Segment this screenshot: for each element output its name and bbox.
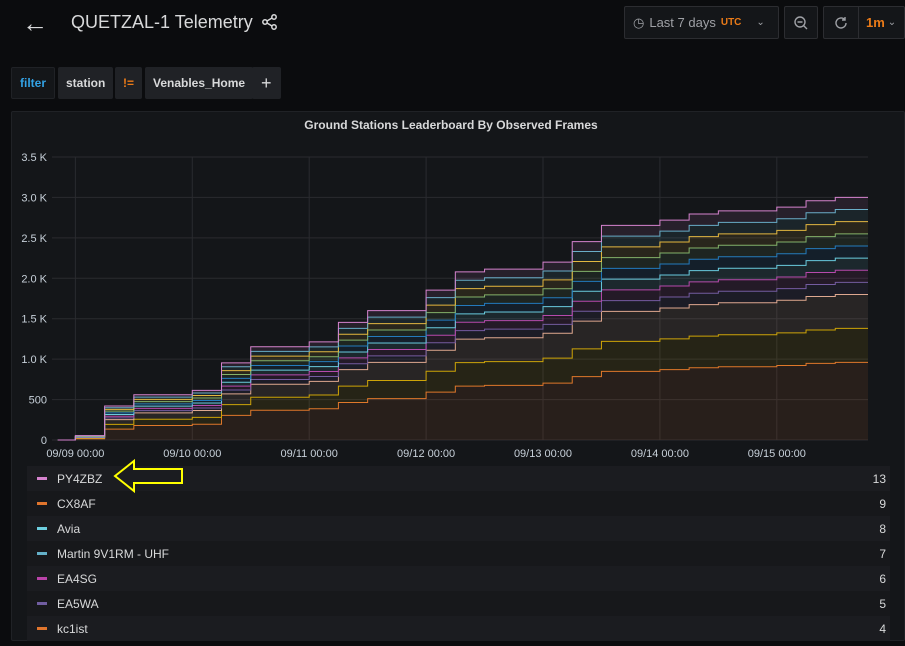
legend-item[interactable]: EA4SG 6 — [27, 566, 890, 591]
x-tick-label: 09/14 00:00 — [631, 448, 689, 460]
refresh-interval: 1m — [866, 15, 885, 30]
legend-item[interactable]: EA5WA 5 — [27, 591, 890, 616]
filter-label: filter — [11, 67, 56, 99]
timezone-label: UTC — [720, 17, 742, 28]
filter-value[interactable]: Venables_Home — [145, 67, 254, 99]
series-color-swatch — [37, 552, 47, 555]
legend-station-name[interactable]: PY4ZBZ — [57, 472, 102, 486]
series-color-swatch — [37, 502, 47, 505]
legend-item[interactable]: CX8AF 9 — [27, 491, 890, 516]
legend-station-name[interactable]: Martin 9V1RM - UHF — [57, 547, 169, 561]
y-tick-label: 3.0 K — [21, 192, 47, 204]
series-color-swatch — [37, 477, 47, 480]
series-color-swatch — [37, 602, 47, 605]
stacked-area-chart: 0 500 1.0 K 1.5 K 2.0 K 2.5 K 3.0 K 3.5 K 09/09 … — [21, 152, 868, 460]
back-arrow-icon[interactable]: ← — [22, 10, 48, 36]
x-tick-label: 09/09 00:00 — [46, 448, 104, 460]
filter-key[interactable]: station — [58, 67, 114, 99]
dashboard-title[interactable]: QUETZAL-1 Telemetry — [71, 12, 253, 33]
legend-value: 8 — [879, 521, 886, 536]
legend-value: 4 — [879, 621, 886, 636]
x-tick-label: 09/13 00:00 — [514, 448, 572, 460]
series-color-swatch — [37, 527, 47, 530]
y-tick-label: 500 — [29, 395, 47, 407]
series-color-swatch — [37, 627, 47, 630]
legend-station-name[interactable]: Avia — [57, 522, 80, 536]
legend-station-name[interactable]: EA5WA — [57, 597, 99, 611]
add-filter-button[interactable]: + — [252, 67, 281, 99]
time-range-label: Last 7 days — [649, 15, 716, 30]
y-tick-label: 0 — [41, 435, 47, 447]
zoom-out-button[interactable] — [784, 6, 818, 39]
y-tick-label: 2.0 K — [21, 273, 47, 285]
y-tick-label: 3.5 K — [21, 152, 47, 164]
series-color-swatch — [37, 577, 47, 580]
panel-title[interactable]: Ground Stations Leaderboard By Observed … — [11, 118, 891, 132]
x-tick-label: 09/12 00:00 — [397, 448, 455, 460]
x-tick-label: 09/11 00:00 — [281, 448, 338, 460]
y-tick-label: 2.5 K — [21, 233, 47, 245]
share-icon[interactable] — [261, 13, 279, 34]
legend-value: 13 — [872, 471, 886, 486]
legend-station-name[interactable]: CX8AF — [57, 497, 96, 511]
yellow-arrow-annotation — [113, 458, 183, 494]
legend-item[interactable]: kc1ist 4 — [27, 616, 890, 641]
clock-icon: ◷ — [633, 14, 645, 30]
time-range-picker[interactable]: ◷ Last 7 days UTC ⌄ — [624, 6, 779, 39]
y-tick-label: 1.5 K — [21, 314, 47, 326]
x-tick-label: 09/15 00:00 — [748, 448, 806, 460]
refresh-picker[interactable]: 1m ⌄ — [823, 6, 905, 39]
legend-value: 5 — [879, 596, 886, 611]
legend-item[interactable]: Avia 8 — [27, 516, 890, 541]
chevron-down-icon: ⌄ — [887, 17, 897, 28]
zoom-out-icon — [794, 15, 808, 29]
filter-operator[interactable]: != — [115, 67, 143, 99]
legend-value: 6 — [879, 571, 886, 586]
y-tick-label: 1.0 K — [21, 354, 47, 366]
legend-station-name[interactable]: kc1ist — [57, 622, 88, 636]
refresh-icon[interactable] — [824, 7, 859, 38]
legend-value: 7 — [879, 546, 886, 561]
legend-item[interactable]: Martin 9V1RM - UHF 7 — [27, 541, 890, 566]
chevron-down-icon: ⌄ — [756, 17, 765, 28]
legend-value: 9 — [879, 496, 886, 511]
legend-station-name[interactable]: EA4SG — [57, 572, 97, 586]
